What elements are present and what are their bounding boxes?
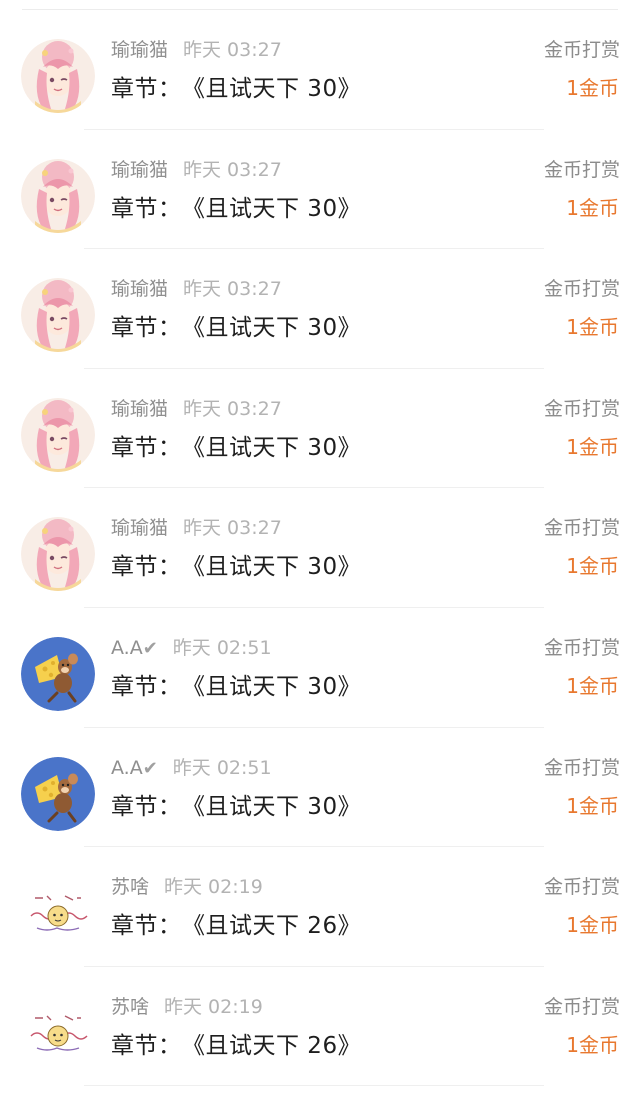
username[interactable]: 苏啥 — [111, 996, 149, 1018]
timestamp: 昨天 03:27 — [183, 39, 282, 61]
reward-type: 金币打赏 — [543, 756, 620, 779]
timestamp: 昨天 03:27 — [183, 278, 282, 301]
anime-girl-avatar[interactable] — [21, 517, 95, 592]
username[interactable]: 瑜瑜猫 — [111, 517, 168, 539]
reward-type: 金币打赏 — [543, 158, 620, 181]
item-meta: A.A✔ 昨天 02:51 — [111, 756, 272, 781]
anime-girl-avatar[interactable] — [21, 278, 95, 353]
list-item[interactable]: A.A✔ 昨天 02:51 章节： 《且试天下 30》 金币打赏 1金币 — [0, 728, 640, 848]
list-item[interactable]: 瑜瑜猫 昨天 03:27 章节： 《且试天下 30》 金币打赏 1金币 — [0, 249, 640, 369]
chapter-label: 章节： — [111, 195, 182, 222]
reward-type: 金币打赏 — [543, 278, 620, 301]
anime-girl-avatar[interactable] — [21, 397, 95, 472]
chapter-label: 章节： — [111, 673, 182, 700]
chapter-line: 章节： 《且试天下 30》 — [111, 433, 361, 463]
reward-amount: 1金币 — [566, 195, 619, 220]
reward-amount: 1金币 — [566, 673, 619, 698]
item-meta: A.A✔ 昨天 02:51 — [111, 636, 272, 661]
chapter-title[interactable]: 《且试天下 30》 — [194, 196, 362, 222]
username[interactable]: 苏啥 — [111, 876, 149, 898]
anime-girl-avatar[interactable] — [21, 158, 95, 233]
chapter-title[interactable]: 《且试天下 26》 — [194, 913, 362, 939]
reward-type: 金币打赏 — [543, 995, 620, 1018]
item-meta: 瑜瑜猫 昨天 03:27 — [111, 158, 282, 183]
chapter-line: 章节： 《且试天下 30》 — [111, 672, 361, 702]
mouse-cheese-avatar[interactable] — [21, 756, 95, 831]
reward-amount: 1金币 — [566, 434, 619, 459]
username[interactable]: 瑜瑜猫 — [111, 159, 168, 181]
mouse-cheese-avatar[interactable] — [21, 636, 95, 711]
reward-amount: 1金币 — [566, 1032, 619, 1057]
doodle-avatar[interactable] — [21, 876, 95, 951]
list-item[interactable]: 苏啥 昨天 02:19 章节： 《且试天下 26》 金币打赏 1金币 — [0, 967, 640, 1087]
list-item[interactable]: 瑜瑜猫 昨天 03:27 章节： 《且试天下 30》 金币打赏 1金币 — [0, 10, 640, 130]
chapter-line: 章节： 《且试天下 26》 — [111, 1031, 361, 1061]
chapter-title[interactable]: 《且试天下 26》 — [194, 1033, 362, 1059]
chapter-line: 章节： 《且试天下 30》 — [111, 313, 361, 343]
reward-list: 瑜瑜猫 昨天 03:27 章节： 《且试天下 30》 金币打赏 1金币 瑜瑜猫 昨天 … — [0, 10, 640, 1086]
reward-amount: 1金币 — [566, 315, 619, 340]
chapter-label: 章节： — [111, 434, 182, 461]
timestamp: 昨天 03:27 — [183, 158, 282, 181]
timestamp: 昨天 02:19 — [164, 995, 263, 1018]
anime-girl-avatar[interactable] — [21, 39, 95, 113]
chapter-label: 章节： — [111, 76, 182, 102]
verified-icon: ✔ — [142, 757, 158, 779]
chapter-title[interactable]: 《且试天下 30》 — [194, 554, 362, 580]
timestamp: 昨天 03:27 — [183, 517, 282, 540]
chapter-line: 章节： 《且试天下 26》 — [111, 911, 361, 941]
username[interactable]: A.A — [111, 637, 143, 659]
reward-amount: 1金币 — [566, 554, 619, 579]
chapter-line: 章节： 《且试天下 30》 — [111, 552, 361, 582]
username[interactable]: 瑜瑜猫 — [111, 278, 168, 300]
list-item[interactable]: 瑜瑜猫 昨天 03:27 章节： 《且试天下 30》 金币打赏 1金币 — [0, 369, 640, 489]
doodle-avatar[interactable] — [21, 995, 95, 1070]
chapter-title[interactable]: 《且试天下 30》 — [194, 794, 362, 820]
list-item[interactable]: 瑜瑜猫 昨天 03:27 章节： 《且试天下 30》 金币打赏 1金币 — [0, 488, 640, 608]
timestamp: 昨天 02:51 — [172, 756, 272, 779]
reward-type: 金币打赏 — [543, 636, 620, 659]
username[interactable]: A.A — [111, 757, 143, 779]
chapter-title[interactable]: 《且试天下 30》 — [194, 315, 362, 341]
item-meta: 瑜瑜猫 昨天 03:27 — [111, 38, 282, 63]
username[interactable]: 瑜瑜猫 — [111, 398, 168, 420]
username[interactable]: 瑜瑜猫 — [111, 39, 168, 61]
chapter-line: 章节： 《且试天下 30》 — [111, 74, 361, 104]
reward-type: 金币打赏 — [543, 517, 620, 540]
chapter-label: 章节： — [111, 315, 182, 342]
reward-type: 金币打赏 — [543, 397, 620, 420]
list-item[interactable]: 苏啥 昨天 02:19 章节： 《且试天下 26》 金币打赏 1金币 — [0, 847, 640, 967]
list-item[interactable]: A.A✔ 昨天 02:51 章节： 《且试天下 30》 金币打赏 1金币 — [0, 608, 640, 728]
item-meta: 瑜瑜猫 昨天 03:27 — [111, 277, 282, 302]
verified-icon: ✔ — [142, 637, 158, 659]
reward-type: 金币打赏 — [543, 39, 620, 61]
chapter-label: 章节： — [111, 913, 182, 940]
reward-amount: 1金币 — [566, 76, 619, 100]
chapter-label: 章节： — [111, 1032, 182, 1059]
timestamp: 昨天 02:19 — [164, 876, 263, 899]
chapter-line: 章节： 《且试天下 30》 — [111, 792, 361, 822]
reward-amount: 1金币 — [566, 793, 619, 818]
list-item[interactable]: 瑜瑜猫 昨天 03:27 章节： 《且试天下 30》 金币打赏 1金币 — [0, 130, 640, 250]
chapter-title[interactable]: 《且试天下 30》 — [194, 435, 362, 461]
item-meta: 瑜瑜猫 昨天 03:27 — [111, 397, 282, 422]
chapter-title[interactable]: 《且试天下 30》 — [194, 76, 362, 102]
chapter-line: 章节： 《且试天下 30》 — [111, 194, 361, 224]
chapter-label: 章节： — [111, 554, 182, 581]
item-meta: 苏啥 昨天 02:19 — [111, 995, 263, 1020]
reward-amount: 1金币 — [566, 913, 619, 938]
timestamp: 昨天 02:51 — [172, 636, 272, 659]
item-meta: 瑜瑜猫 昨天 03:27 — [111, 516, 282, 541]
reward-type: 金币打赏 — [543, 876, 620, 899]
item-meta: 苏啥 昨天 02:19 — [111, 875, 263, 900]
timestamp: 昨天 03:27 — [183, 397, 282, 420]
chapter-title[interactable]: 《且试天下 30》 — [194, 674, 362, 700]
chapter-label: 章节： — [111, 793, 182, 820]
